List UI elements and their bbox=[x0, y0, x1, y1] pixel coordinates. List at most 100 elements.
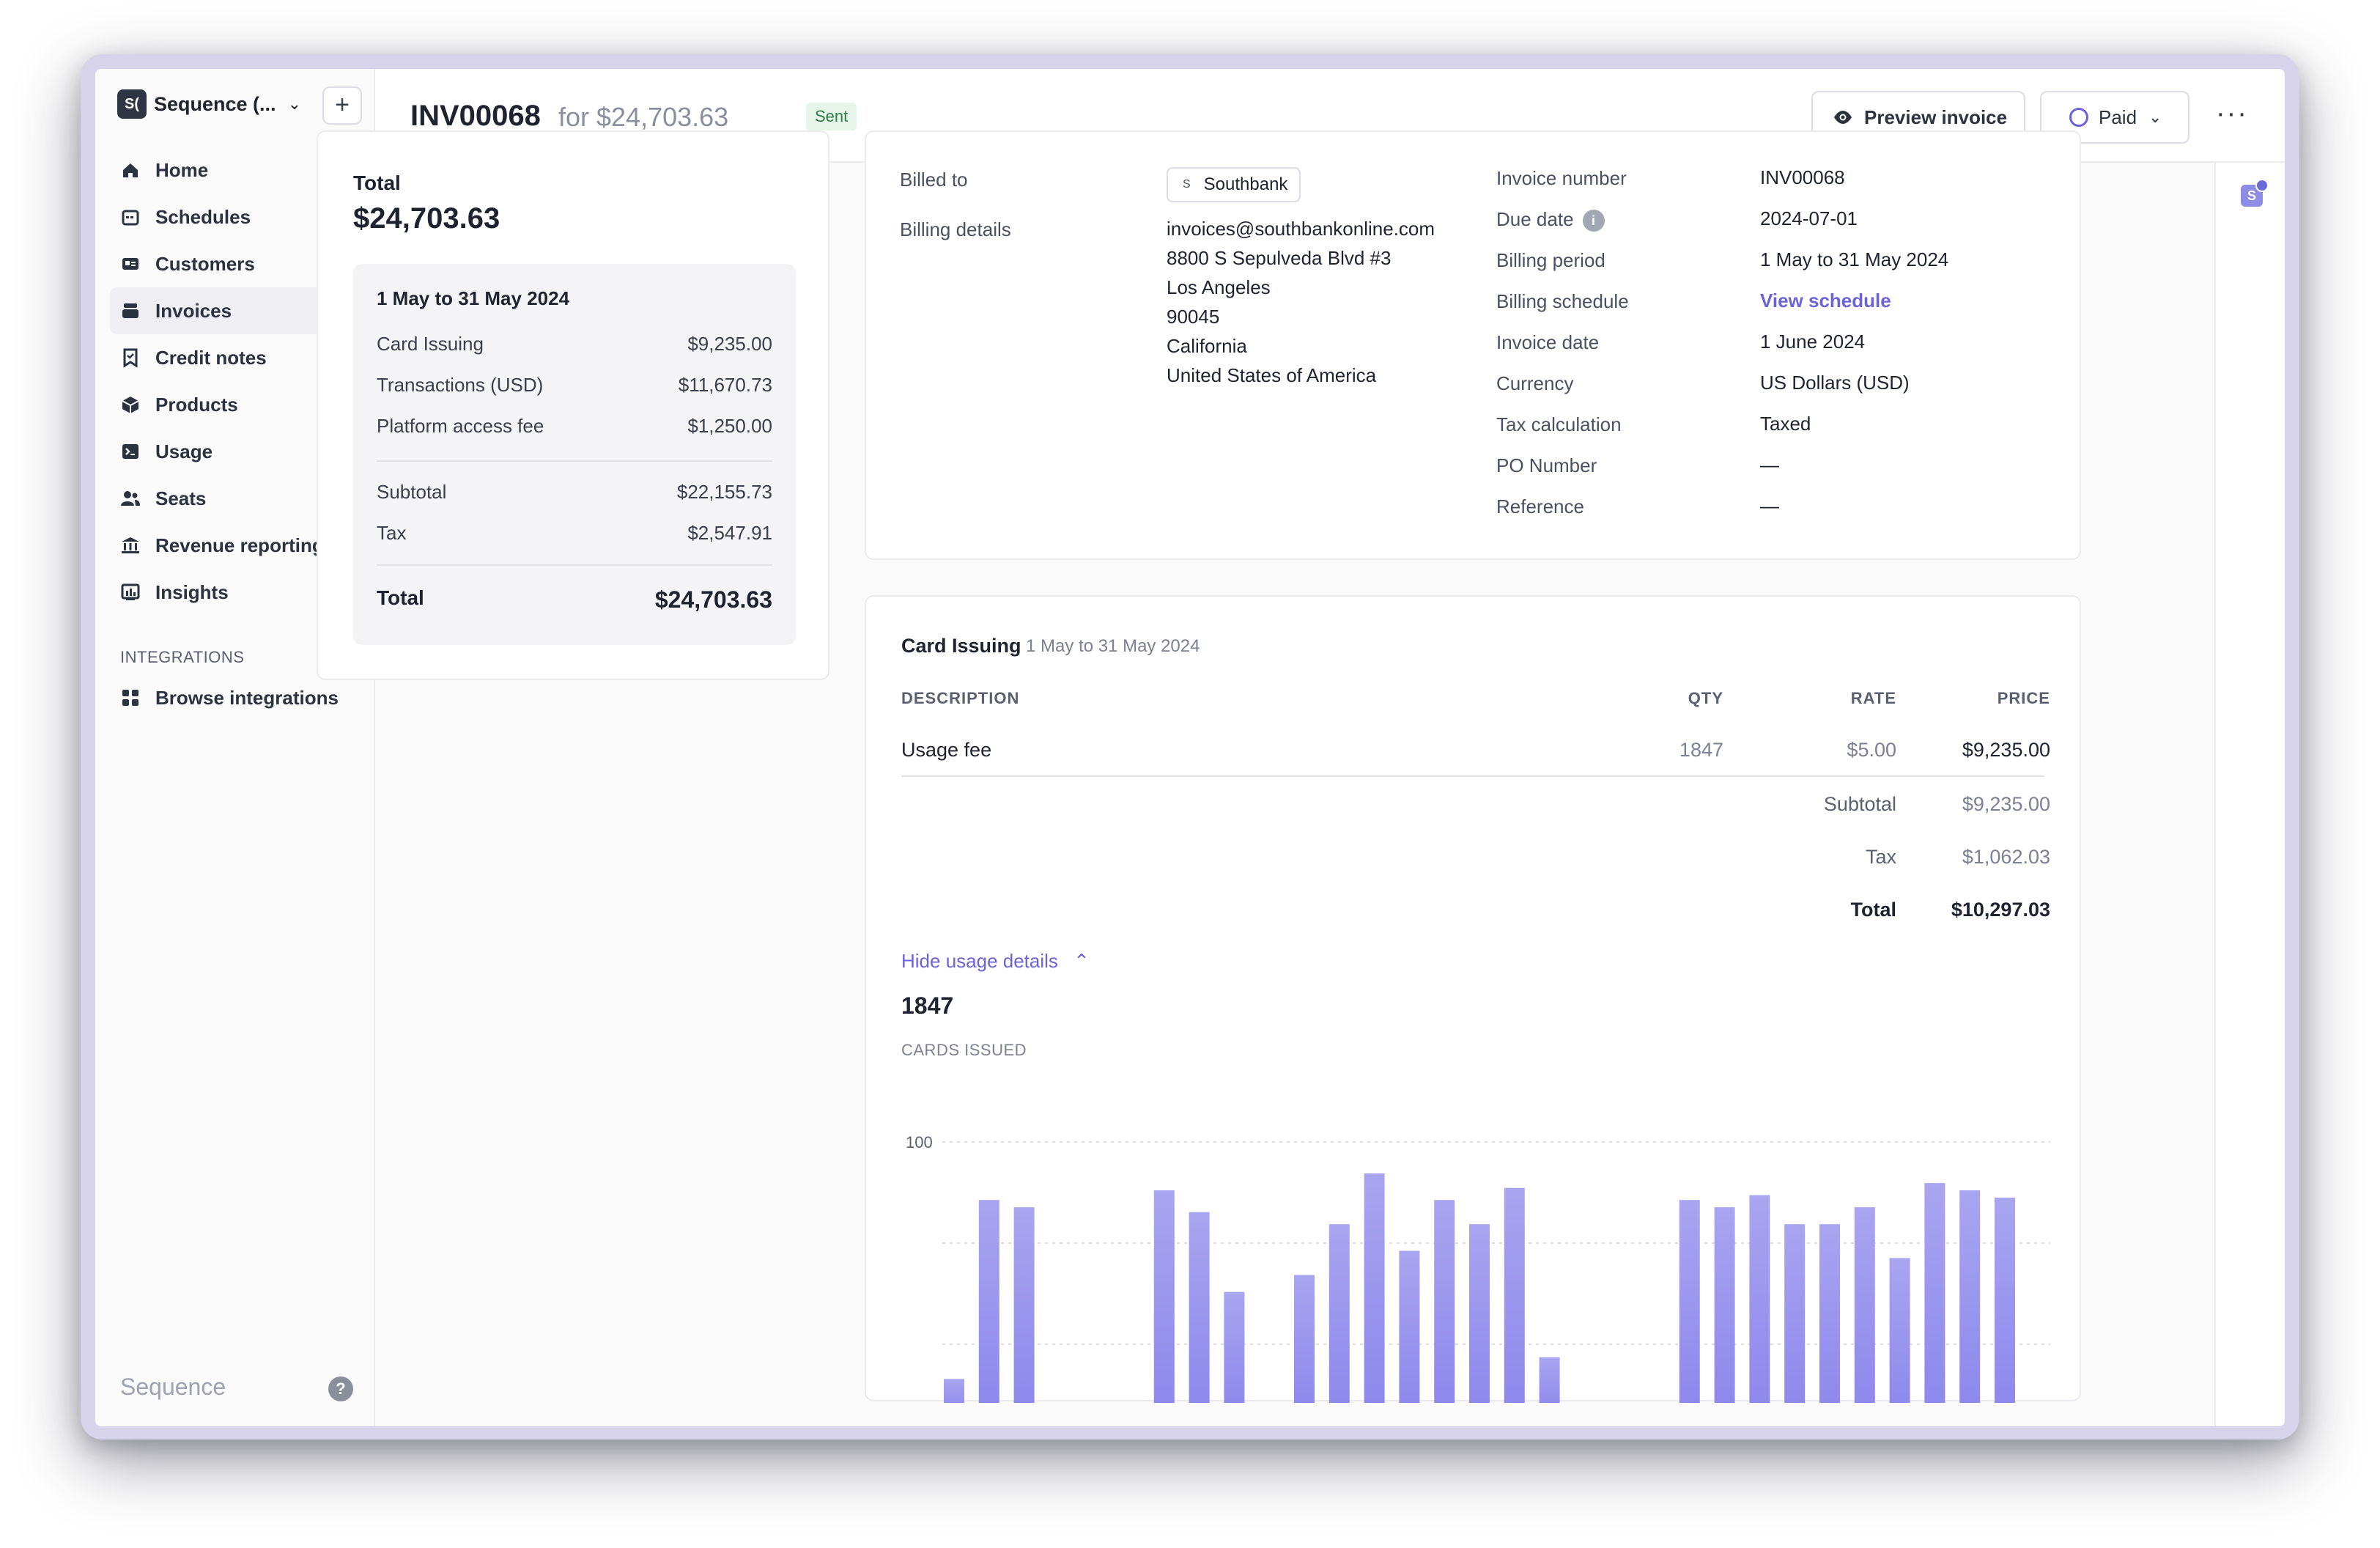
summary-line-value: $11,670.73 bbox=[678, 374, 772, 396]
chart-bar[interactable] bbox=[1013, 1207, 1035, 1403]
more-options-icon[interactable]: ··· bbox=[2216, 98, 2248, 130]
field-label-text: Reference bbox=[1496, 495, 1584, 517]
invoice-summary-card: Total $24,703.63 1 May to 31 May 2024 Ca… bbox=[317, 130, 829, 680]
chart-bar[interactable] bbox=[1294, 1275, 1315, 1404]
field-label-text: Tax calculation bbox=[1496, 413, 1622, 435]
total-amount: $24,703.63 bbox=[353, 202, 500, 235]
field-value: 1 June 2024 bbox=[1760, 331, 1866, 353]
chart-bar[interactable] bbox=[1504, 1187, 1525, 1403]
hide-usage-details-link[interactable]: Hide usage details ⌃ bbox=[901, 950, 1090, 973]
chart-bar[interactable] bbox=[978, 1200, 999, 1403]
field-label-text: Invoice number bbox=[1496, 167, 1627, 189]
field-label: Reference bbox=[1496, 495, 1584, 518]
grand-total-value: $24,703.63 bbox=[654, 586, 772, 613]
cube-icon bbox=[120, 394, 141, 415]
sidebar-item-label: Usage bbox=[155, 440, 213, 462]
field-label-text: Currency bbox=[1496, 372, 1574, 394]
terminal-icon bbox=[120, 441, 141, 462]
chevron-down-icon: ⌄ bbox=[2148, 108, 2162, 126]
field-label: Currency bbox=[1496, 372, 1573, 395]
y-tick-label: 100 bbox=[906, 1133, 933, 1151]
chevron-down-icon: ⌄ bbox=[287, 95, 301, 113]
summary-line-value: $1,250.00 bbox=[687, 415, 772, 437]
line-items-card: Card Issuing 1 May to 31 May 2024 DESCRI… bbox=[865, 595, 2081, 1404]
org-switcher[interactable]: S( Sequence (... ⌄ bbox=[117, 89, 301, 119]
chart-bar[interactable] bbox=[1749, 1195, 1770, 1403]
field-value: 1 May to 31 May 2024 bbox=[1760, 248, 1949, 270]
chart-bar[interactable] bbox=[1189, 1212, 1210, 1403]
org-logo: S( bbox=[117, 89, 147, 119]
field-value: INV00068 bbox=[1760, 166, 1845, 188]
customer-name: Southbank bbox=[1203, 174, 1288, 194]
field-label: PO Number bbox=[1496, 454, 1597, 477]
chart-bar[interactable] bbox=[1819, 1224, 1840, 1403]
chart-bar[interactable] bbox=[1924, 1183, 1945, 1403]
calendar-icon bbox=[120, 207, 141, 227]
view-schedule-link[interactable]: View schedule bbox=[1760, 286, 1891, 315]
customer-chip[interactable]: S Southbank bbox=[1167, 167, 1301, 202]
chart-bar[interactable] bbox=[1995, 1197, 2015, 1403]
billing-city: Los Angeles bbox=[1167, 276, 1271, 298]
sidebar-item-label: Products bbox=[155, 393, 238, 416]
field-label: Billing period bbox=[1496, 249, 1605, 272]
field-label-text: Billing schedule bbox=[1496, 290, 1629, 312]
summary-line: Platform access fee $1,250.00 bbox=[377, 415, 772, 438]
usage-metric-label: CARDS ISSUED bbox=[901, 1041, 1027, 1059]
field-value: — bbox=[1760, 454, 1779, 476]
right-rail: S bbox=[2214, 163, 2285, 1426]
sidebar-item-label: Credit notes bbox=[155, 346, 267, 369]
divider bbox=[901, 775, 2044, 777]
chart-bar[interactable] bbox=[1399, 1250, 1420, 1404]
chart-bar[interactable] bbox=[1364, 1173, 1385, 1403]
help-icon[interactable]: ? bbox=[328, 1376, 353, 1401]
total-label: Total bbox=[353, 172, 401, 194]
billing-state: California bbox=[1167, 335, 1247, 357]
summary-period: 1 May to 31 May 2024 bbox=[377, 287, 570, 309]
chart-bar[interactable] bbox=[1469, 1224, 1490, 1403]
group-subtotal-label: Subtotal bbox=[1823, 793, 1896, 815]
subtotal-value: $22,155.73 bbox=[676, 481, 772, 503]
sidebar-item-browse-integrations[interactable]: Browse integrations bbox=[110, 674, 363, 721]
field-label-text: Due date bbox=[1496, 208, 1574, 230]
eye-icon bbox=[1834, 111, 1852, 124]
field-value: Taxed bbox=[1760, 413, 1811, 435]
chevron-up-icon: ⌃ bbox=[1073, 950, 1090, 972]
field-label: Billing schedule bbox=[1496, 290, 1629, 313]
sidebar-item-label: Home bbox=[155, 158, 209, 181]
field-label: Due date i bbox=[1496, 208, 1605, 232]
tax-value: $2,547.91 bbox=[687, 522, 772, 544]
tax-row: Tax $2,547.91 bbox=[377, 522, 772, 545]
chart-bar[interactable] bbox=[1854, 1207, 1875, 1403]
chart-bar[interactable] bbox=[1539, 1357, 1560, 1403]
summary-line-label: Transactions (USD) bbox=[377, 374, 544, 396]
chart-bar[interactable] bbox=[1434, 1200, 1455, 1403]
hide-usage-label: Hide usage details bbox=[901, 950, 1058, 972]
group-total-value: $10,297.03 bbox=[1951, 899, 2050, 921]
paid-label: Paid bbox=[2099, 106, 2137, 128]
subtotal-row: Subtotal $22,155.73 bbox=[377, 481, 772, 504]
line-price: $9,235.00 bbox=[1962, 739, 2050, 761]
column-header-rate: RATE bbox=[1850, 689, 1896, 707]
field-value: US Dollars (USD) bbox=[1760, 372, 1910, 394]
column-header-description: DESCRIPTION bbox=[901, 689, 1020, 707]
chart-bar[interactable] bbox=[944, 1379, 964, 1403]
sidebar-item-label: Invoices bbox=[155, 299, 232, 322]
add-button[interactable]: + bbox=[322, 86, 362, 125]
column-header-price: PRICE bbox=[1997, 689, 2050, 707]
chart-bar[interactable] bbox=[1784, 1224, 1806, 1403]
id-card-icon bbox=[120, 254, 141, 274]
preview-invoice-label: Preview invoice bbox=[1864, 106, 2008, 128]
brand-wordmark: Sequence bbox=[120, 1374, 226, 1400]
chart-bar[interactable] bbox=[1224, 1291, 1245, 1403]
page-title: INV00068 bbox=[410, 100, 541, 132]
grand-total-label: Total bbox=[377, 586, 424, 609]
chart-bar[interactable] bbox=[1153, 1190, 1175, 1403]
info-icon[interactable]: i bbox=[1582, 210, 1605, 232]
chart-bar[interactable] bbox=[1714, 1207, 1735, 1403]
chart-bar[interactable] bbox=[1889, 1258, 1910, 1403]
field-label-text: Invoice date bbox=[1496, 331, 1600, 353]
chart-bar[interactable] bbox=[1328, 1224, 1350, 1403]
chart-bar[interactable] bbox=[1959, 1190, 1981, 1403]
chart-bar[interactable] bbox=[1679, 1200, 1700, 1403]
summary-line-value: $9,235.00 bbox=[687, 333, 772, 355]
